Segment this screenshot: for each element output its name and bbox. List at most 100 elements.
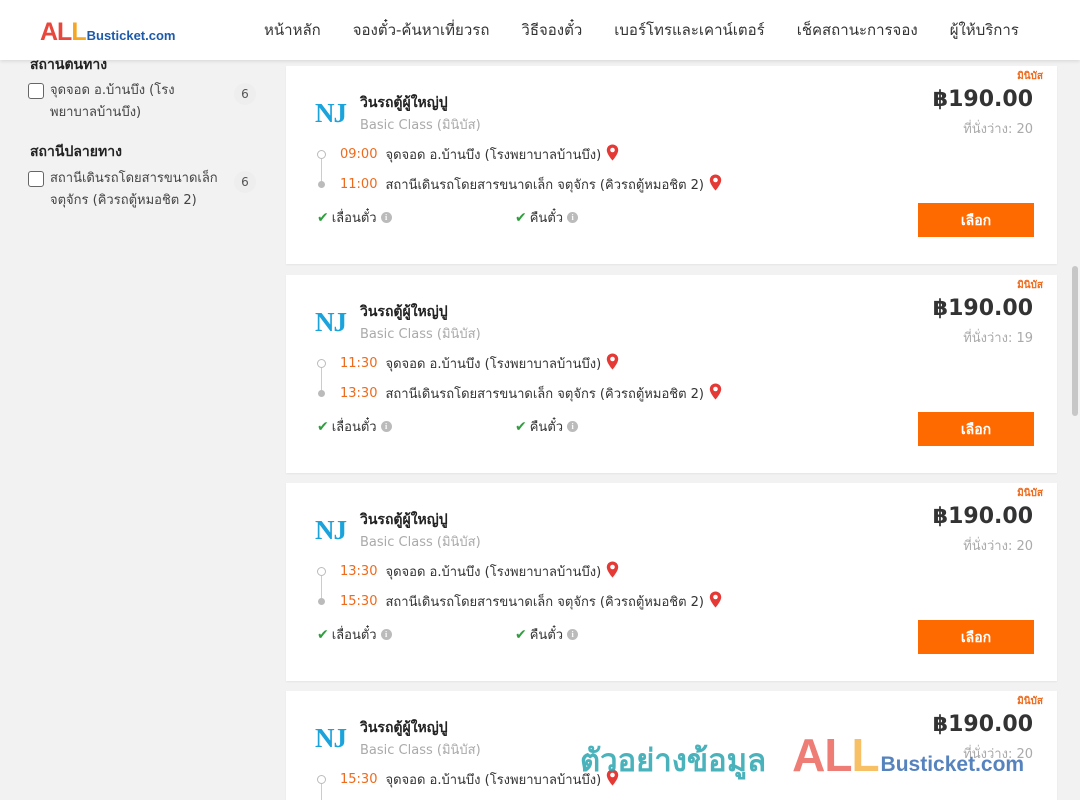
arrival-stop: 15:30 สถานีเดินรถโดยสารขนาดเล็ก จตุจักร … — [340, 591, 722, 612]
trip-card: มินิบัส NJ วินรถตู้ผู้ใหญ่ปู Basic Class… — [286, 275, 1057, 473]
origin-filter-option[interactable]: จุดจอด อ.บ้านบึง (โรงพยาบาลบ้านบึง) 6 — [28, 80, 256, 124]
checkmark-icon: ✔ — [317, 209, 329, 226]
departure-time: 11:30 — [340, 356, 378, 371]
info-icon[interactable]: i — [380, 421, 392, 432]
arrival-dot-icon — [318, 390, 325, 397]
trip-card: มินิบัส NJ วินรถตู้ผู้ใหญ่ปู Basic Class… — [286, 691, 1057, 800]
trip-price: ฿190.00 — [932, 296, 1033, 321]
nav-how-to-book[interactable]: วิธีจองตั๋ว — [521, 18, 582, 42]
destination-filter-title: สถานีปลายทาง — [30, 144, 122, 160]
departure-stop: 11:30 จุดจอด อ.บ้านบึง (โรงพยาบาลบ้านบึง… — [340, 353, 619, 374]
origin-count-badge: 6 — [234, 83, 256, 105]
info-icon[interactable]: i — [567, 212, 579, 223]
refund-policy: ✔ คืนตั๋ว i — [515, 624, 579, 645]
service-class: Basic Class (มินิบัส) — [360, 743, 481, 758]
main-nav: หน้าหลัก จองตั๋ว-ค้นหาเที่ยวรถ วิธีจองตั… — [248, 0, 1035, 60]
operator-name: วินรถตู้ผู้ใหญ่ปู — [360, 304, 448, 320]
destination-filter-option[interactable]: สถานีเดินรถโดยสารขนาดเล็ก จตุจักร (คิวรถ… — [28, 168, 256, 212]
arrival-location: สถานีเดินรถโดยสารขนาดเล็ก จตุจักร (คิวรถ… — [385, 178, 704, 193]
checkmark-icon: ✔ — [317, 626, 329, 643]
checkmark-icon: ✔ — [317, 418, 329, 435]
departure-stop: 15:30 จุดจอด อ.บ้านบึง (โรงพยาบาลบ้านบึง… — [340, 769, 619, 790]
nav-operators[interactable]: ผู้ให้บริการ — [950, 18, 1019, 42]
arrival-time: 11:00 — [340, 177, 378, 192]
destination-checkbox[interactable] — [28, 171, 44, 187]
info-icon[interactable]: i — [380, 629, 392, 640]
departure-location: จุดจอด อ.บ้านบึง (โรงพยาบาลบ้านบึง) — [385, 773, 602, 788]
trip-card: มินิบัส NJ วินรถตู้ผู้ใหญ่ปู Basic Class… — [286, 66, 1057, 264]
trip-price: ฿190.00 — [932, 87, 1033, 112]
info-icon[interactable]: i — [380, 212, 392, 223]
map-pin-icon[interactable] — [709, 174, 722, 195]
reschedule-policy: ✔ เลื่อนตั๋ว i — [317, 207, 392, 228]
origin-option-label: จุดจอด อ.บ้านบึง (โรงพยาบาลบ้านบึง) — [50, 83, 175, 120]
departure-time: 09:00 — [340, 147, 378, 162]
operator-logo: NJ — [315, 307, 347, 337]
map-pin-icon[interactable] — [606, 561, 619, 582]
vehicle-type-tag: มินิบัส — [1017, 280, 1043, 291]
operator-name: วินรถตู้ผู้ใหญ่ปู — [360, 95, 448, 111]
service-class: Basic Class (มินิบัส) — [360, 327, 481, 342]
operator-name: วินรถตู้ผู้ใหญ่ปู — [360, 512, 448, 528]
info-icon[interactable]: i — [567, 421, 579, 432]
select-trip-button[interactable]: เลือก — [918, 203, 1034, 237]
nav-check-booking[interactable]: เช็คสถานะการจอง — [797, 18, 918, 42]
select-trip-button[interactable]: เลือก — [918, 412, 1034, 446]
trip-price: ฿190.00 — [932, 712, 1033, 737]
arrival-time: 15:30 — [340, 594, 378, 609]
operator-logo: NJ — [315, 98, 347, 128]
nav-phone-counters[interactable]: เบอร์โทรและเคาน์เตอร์ — [614, 18, 764, 42]
map-pin-icon[interactable] — [606, 144, 619, 165]
arrival-location: สถานีเดินรถโดยสารขนาดเล็ก จตุจักร (คิวรถ… — [385, 595, 704, 610]
arrival-stop: 11:00 สถานีเดินรถโดยสารขนาดเล็ก จตุจักร … — [340, 174, 722, 195]
seats-available: ที่นั่งว่าง: 20 — [963, 747, 1033, 762]
filter-sidebar: สถานีต้นทาง จุดจอด อ.บ้านบึง (โรงพยาบาลบ… — [0, 57, 270, 800]
operator-name: วินรถตู้ผู้ใหญ่ปู — [360, 720, 448, 736]
select-trip-button[interactable]: เลือก — [918, 620, 1034, 654]
origin-checkbox[interactable] — [28, 83, 44, 99]
vehicle-type-tag: มินิบัส — [1017, 488, 1043, 499]
departure-location: จุดจอด อ.บ้านบึง (โรงพยาบาลบ้านบึง) — [385, 148, 602, 163]
arrival-dot-icon — [318, 181, 325, 188]
departure-location: จุดจอด อ.บ้านบึง (โรงพยาบาลบ้านบึง) — [385, 357, 602, 372]
departure-dot-icon — [317, 359, 326, 368]
departure-time: 13:30 — [340, 564, 378, 579]
departure-stop: 09:00 จุดจอด อ.บ้านบึง (โรงพยาบาลบ้านบึง… — [340, 144, 619, 165]
reschedule-policy: ✔ เลื่อนตั๋ว i — [317, 624, 392, 645]
site-logo[interactable]: ALL Busticket.com — [40, 18, 175, 47]
departure-location: จุดจอด อ.บ้านบึง (โรงพยาบาลบ้านบึง) — [385, 565, 602, 580]
departure-stop: 13:30 จุดจอด อ.บ้านบึง (โรงพยาบาลบ้านบึง… — [340, 561, 619, 582]
service-class: Basic Class (มินิบัส) — [360, 118, 481, 133]
refund-policy: ✔ คืนตั๋ว i — [515, 207, 579, 228]
arrival-time: 13:30 — [340, 386, 378, 401]
map-pin-icon[interactable] — [709, 383, 722, 404]
arrival-dot-icon — [318, 598, 325, 605]
site-header: ALL Busticket.com หน้าหลัก จองตั๋ว-ค้นหา… — [0, 0, 1080, 60]
arrival-location: สถานีเดินรถโดยสารขนาดเล็ก จตุจักร (คิวรถ… — [385, 387, 704, 402]
refund-policy: ✔ คืนตั๋ว i — [515, 416, 579, 437]
departure-dot-icon — [317, 567, 326, 576]
map-pin-icon[interactable] — [606, 769, 619, 790]
operator-logo: NJ — [315, 515, 347, 545]
nav-book-search[interactable]: จองตั๋ว-ค้นหาเที่ยวรถ — [353, 18, 490, 42]
info-icon[interactable]: i — [567, 629, 579, 640]
departure-time: 15:30 — [340, 772, 378, 787]
destination-option-label: สถานีเดินรถโดยสารขนาดเล็ก จตุจักร (คิวรถ… — [50, 171, 218, 208]
vehicle-type-tag: มินิบัส — [1017, 71, 1043, 82]
departure-dot-icon — [317, 775, 326, 784]
page-scrollbar[interactable] — [1072, 266, 1078, 416]
reschedule-policy: ✔ เลื่อนตั๋ว i — [317, 416, 392, 437]
map-pin-icon[interactable] — [606, 353, 619, 374]
arrival-stop: 13:30 สถานีเดินรถโดยสารขนาดเล็ก จตุจักร … — [340, 383, 722, 404]
service-class: Basic Class (มินิบัส) — [360, 535, 481, 550]
trip-card: มินิบัส NJ วินรถตู้ผู้ใหญ่ปู Basic Class… — [286, 483, 1057, 681]
seats-available: ที่นั่งว่าง: 19 — [963, 331, 1033, 346]
map-pin-icon[interactable] — [709, 591, 722, 612]
nav-home[interactable]: หน้าหลัก — [264, 18, 321, 42]
checkmark-icon: ✔ — [515, 626, 527, 643]
checkmark-icon: ✔ — [515, 418, 527, 435]
seats-available: ที่นั่งว่าง: 20 — [963, 539, 1033, 554]
destination-count-badge: 6 — [234, 171, 256, 193]
operator-logo: NJ — [315, 723, 347, 753]
trip-price: ฿190.00 — [932, 504, 1033, 529]
